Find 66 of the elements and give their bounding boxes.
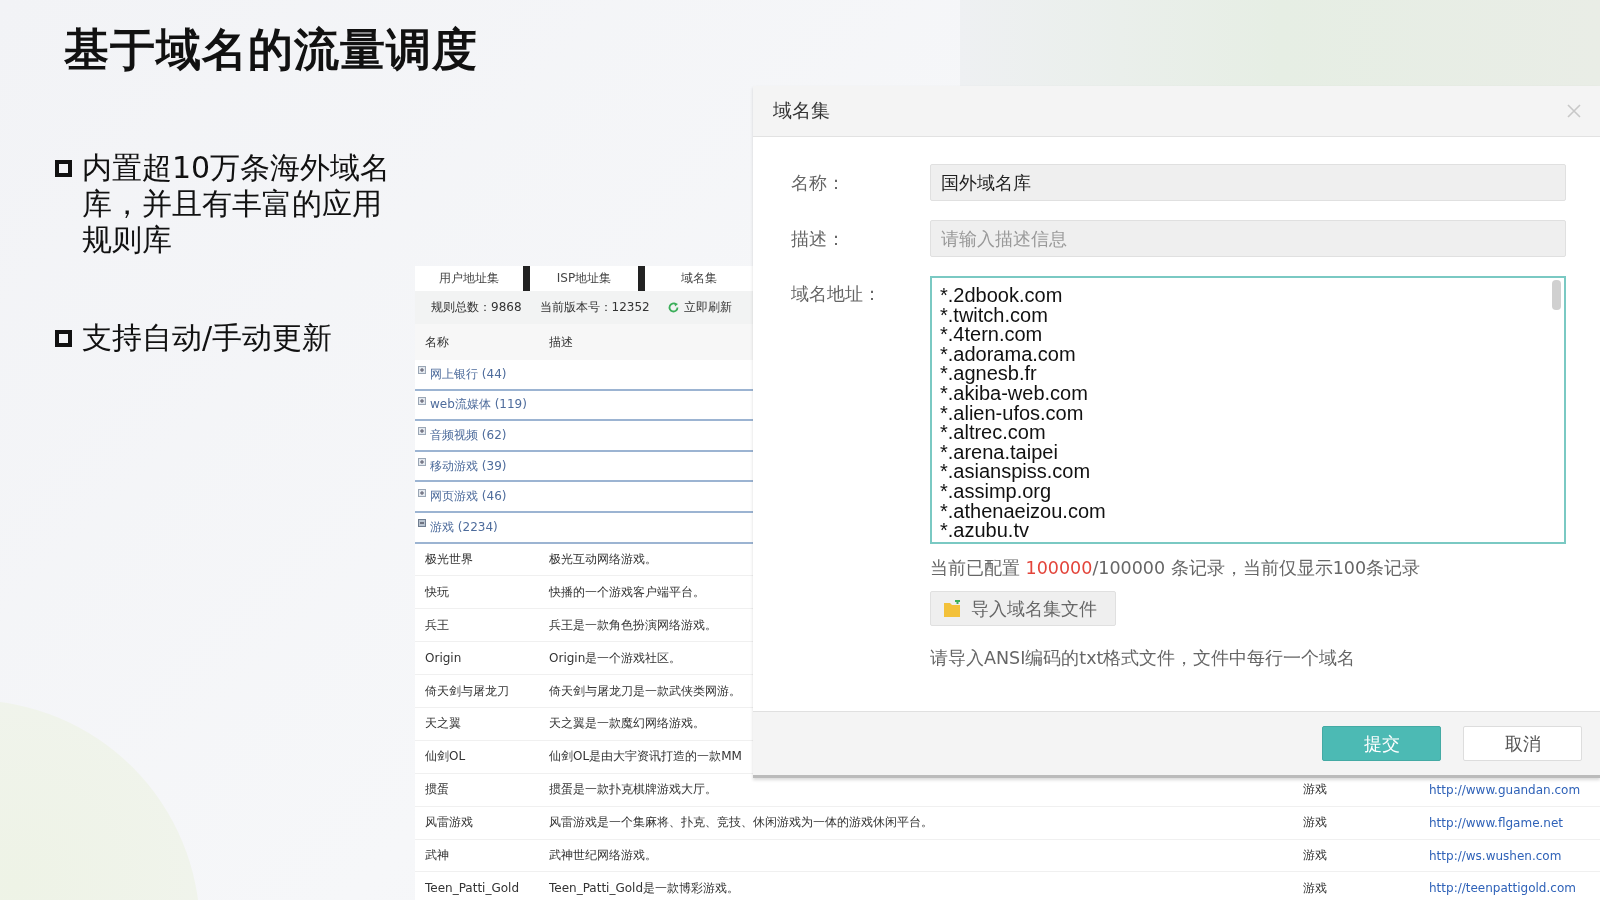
field-label: 描述： — [791, 226, 846, 251]
url-link[interactable]: http://teenpattigold.com — [1429, 881, 1576, 896]
field-label: 域名地址： — [791, 282, 882, 306]
table-cell-text: 武神 — [424, 847, 450, 864]
group-row[interactable]: 音频视频 (62) — [415, 421, 753, 452]
table-cell-text: 风雷游戏 — [424, 814, 474, 832]
table-cell-text: 风雷游戏是一个集麻将、扑克、竞技、休闲游戏为一体的游戏休闲平台。 — [549, 814, 934, 832]
tab-separator — [638, 266, 645, 291]
tab-separator — [523, 266, 530, 291]
column-header: 名称 — [424, 333, 450, 351]
table-cell-text: Teen_Patti_Gold — [424, 881, 521, 896]
table-cell-text: 快播的一个游戏客户端平台。 — [549, 583, 706, 601]
tab[interactable]: ISP地址集 — [530, 270, 638, 287]
import-hint: 请导入ANSI编码的txt格式文件，文件中每行一个域名 — [930, 647, 1357, 670]
table-cell-text: Origin — [424, 651, 463, 666]
domain-textarea[interactable]: *.2dbook.com *.twitch.com *.4tern.com *.adorama.com *.agnesb.fr *.akiba-web.com *.alien-ufos.com *.altrec.com *.arena.taipei *.asianspiss.com *.assimp.org *.athenaeizou.com *.azubu.tv — [932, 278, 1564, 542]
group-row[interactable]: 网上银行 (44) — [415, 360, 753, 391]
group-row[interactable]: 游戏 (2234) — [415, 512, 753, 544]
record-count-note: 当前已配置 100000/100000 条记录，当前仅显示100条记录 — [930, 557, 1422, 580]
column-header: 描述 — [549, 333, 574, 351]
cancel-button[interactable]: 取消 — [1463, 726, 1582, 761]
url-link[interactable]: http://www.flgame.net — [1429, 815, 1564, 830]
refresh-link[interactable]: 立即刷新 — [667, 299, 732, 316]
description-field[interactable]: 请输入描述信息 — [930, 220, 1566, 257]
group-row[interactable]: 网页游戏 (46) — [415, 482, 753, 513]
table-cell-text: 极光世界 — [424, 551, 474, 568]
table-cell-text: 倚天剑与屠龙刀是一款武侠类网游。 — [549, 682, 742, 700]
name-field[interactable]: 国外域名库 — [930, 164, 1566, 201]
table-cell-text: 天之翼 — [424, 715, 462, 733]
group-row[interactable]: web流媒体 (119) — [415, 390, 753, 422]
folder-add-icon — [943, 599, 963, 618]
table-cell-text: 游戏 — [1303, 879, 1328, 897]
url-link[interactable]: http://ws.wushen.com — [1429, 848, 1562, 863]
import-button[interactable]: 导入域名集文件 — [930, 591, 1116, 626]
table-cell-text: 武神世纪网络游戏。 — [549, 847, 658, 864]
group-row[interactable]: 移动游戏 (39) — [415, 451, 753, 483]
table-cell-text: Origin是一个游戏社区。 — [549, 649, 683, 667]
table-cell-text: 仙剑OL是由大宇资讯打造的一款MM — [549, 748, 743, 766]
version-number: 当前版本号：12352 — [539, 299, 650, 316]
table-cell-text: 仙剑OL — [424, 748, 467, 766]
table-cell-text: 掼蛋是一款扑克棋牌游戏大厅。 — [549, 781, 718, 799]
table-cell-text: 掼蛋 — [424, 781, 450, 799]
scrollbar-thumb[interactable] — [1552, 280, 1561, 310]
refresh-icon — [667, 302, 679, 313]
bullet-text: 支持自动/手动更新 — [82, 320, 334, 356]
table-cell-text: Teen_Patti_Gold是一款博彩游戏。 — [549, 879, 741, 897]
table-cell-text: 天之翼是一款魔幻网络游戏。 — [549, 715, 706, 733]
dialog-title: 域名集 — [773, 98, 830, 123]
table-cell-text: 游戏 — [1303, 781, 1328, 799]
table-cell-text: 兵王是一款角色扮演网络游戏。 — [549, 616, 718, 634]
table-cell-text: 游戏 — [1303, 814, 1328, 832]
rule-count: 规则总数：9868 — [431, 299, 522, 316]
table-cell-text: 游戏 — [1303, 847, 1328, 864]
field-label: 名称： — [791, 170, 846, 195]
table-cell-text: 快玩 — [424, 583, 450, 601]
checkbox-bullet-icon — [55, 160, 72, 177]
bullet-text: 内置超10万条海外域名库，并且有丰富的应用规则库 — [82, 150, 392, 258]
slide-title: 基于域名的流量调度 — [64, 22, 478, 78]
tab[interactable]: 用户地址集 — [415, 270, 523, 287]
table-cell-text: 兵王 — [424, 616, 450, 634]
close-icon[interactable] — [1566, 103, 1582, 119]
table-cell-text: 倚天剑与屠龙刀 — [424, 682, 510, 700]
url-link[interactable]: http://www.guandan.com — [1429, 782, 1581, 797]
tab[interactable]: 域名集 — [645, 270, 753, 287]
table-cell-text: 极光互动网络游戏。 — [549, 551, 658, 568]
checkbox-bullet-icon — [55, 330, 72, 347]
